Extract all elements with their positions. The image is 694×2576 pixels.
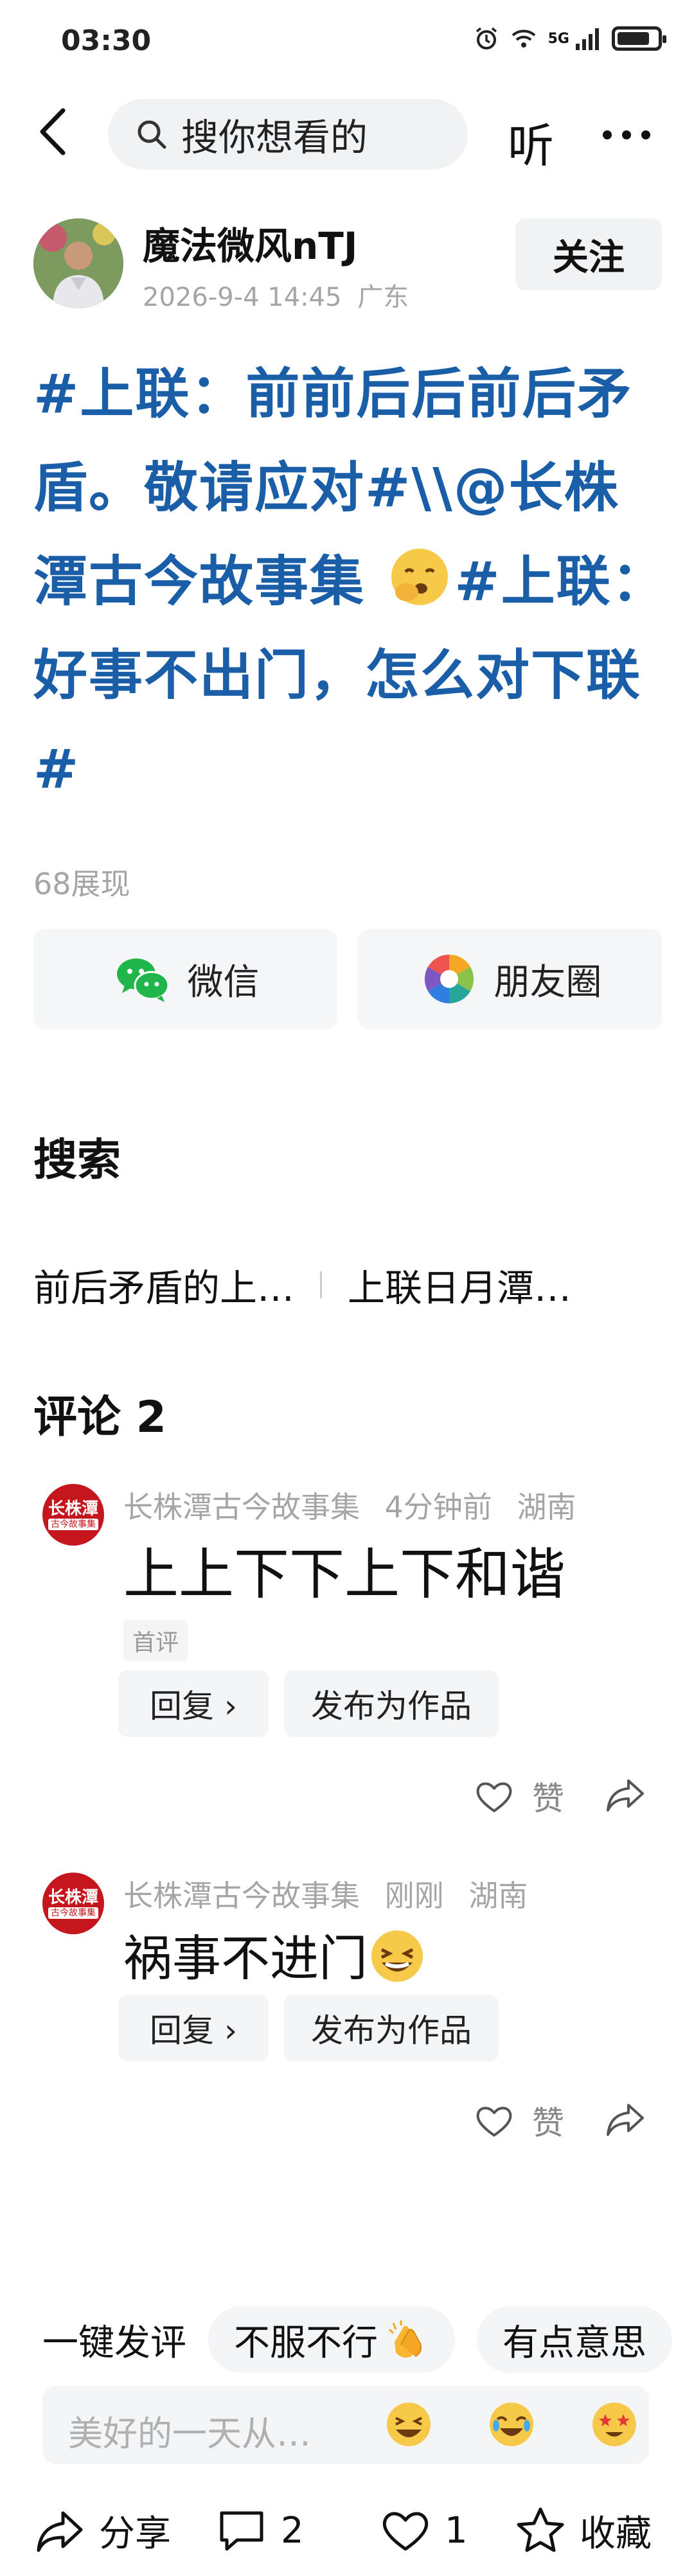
share-arrow-icon — [37, 2511, 83, 2552]
like-button[interactable]: 赞 — [473, 2097, 564, 2144]
commenter-avatar-subtext: 古今故事集 — [48, 1519, 98, 1530]
post-date: 2026-9-4 14:45 — [143, 283, 342, 312]
comment-button[interactable]: 2 — [215, 2504, 304, 2557]
quick-reply-chip-text: 不服不行 — [234, 2322, 378, 2364]
comment-meta: 长株潭古今故事集 4分钟前 湖南 — [123, 1484, 592, 1526]
divider — [320, 1271, 323, 1298]
back-arrow-icon[interactable] — [26, 103, 84, 161]
clapping-hands-emoji — [388, 2320, 422, 2358]
like-post-button[interactable]: 1 — [379, 2504, 468, 2557]
author-name[interactable]: 魔法微风nTJ — [143, 216, 357, 270]
favorite-label: 收藏 — [580, 2512, 652, 2555]
search-suggestions: 前后矛盾的上… 上联日月潭… — [33, 1258, 571, 1312]
wifi-icon — [512, 30, 535, 48]
commenter-name[interactable]: 长株潭古今故事集 — [123, 1490, 360, 1524]
status-icons: 5G — [474, 26, 666, 51]
share-wechat-label: 微信 — [187, 961, 260, 1003]
quick-reply-chip-text: 有点意思 — [503, 2322, 646, 2364]
share-row: 微信 朋友圈 — [33, 929, 662, 1029]
comment-time: 4分钟前 — [384, 1490, 492, 1524]
post-meta: 2026-9-4 14:45 广东 — [143, 276, 409, 313]
like-label: 赞 — [532, 1780, 564, 1817]
commenter-avatar-text: 长株潭 — [48, 1888, 98, 1907]
comment-share-button[interactable] — [604, 1773, 646, 1818]
comment-count: 2 — [281, 2509, 304, 2552]
reply-button[interactable]: 回复 › — [118, 1995, 269, 2061]
search-placeholder: 搜你想看的 — [181, 116, 368, 159]
comment-text[interactable]: 祸事不进门 — [123, 1930, 368, 1987]
commenter-avatar[interactable]: 长株潭 古今故事集 — [42, 1873, 104, 1934]
publish-as-work-button[interactable]: 发布为作品 — [284, 1995, 499, 2061]
star-struck-face-emoji[interactable] — [589, 2399, 640, 2450]
heart-icon — [476, 2106, 512, 2137]
battery-icon — [612, 26, 666, 51]
quick-reply-row: 一键发评 不服不行 有点意思 — [42, 2306, 672, 2373]
follow-button[interactable]: 关注 — [515, 218, 662, 290]
share-label: 分享 — [99, 2512, 171, 2555]
grinning-squinting-face-emoji[interactable] — [383, 2399, 434, 2450]
search-suggestion-2[interactable]: 上联日月潭… — [348, 1258, 571, 1312]
share-moments-label: 朋友圈 — [494, 961, 602, 1003]
comment-time: 刚刚 — [384, 1878, 444, 1913]
view-count: 68展现 — [33, 867, 130, 901]
comment-input[interactable]: 美好的一天从… — [42, 2386, 649, 2464]
publish-as-work-button[interactable]: 发布为作品 — [284, 1670, 499, 1737]
search-suggestion-1[interactable]: 前后矛盾的上… — [33, 1258, 294, 1312]
commenter-avatar-subtext: 古今故事集 — [48, 1907, 98, 1919]
comment-bubble-icon — [220, 2511, 263, 2551]
post-location: 广东 — [357, 283, 409, 312]
rolling-laughing-face-emoji[interactable] — [486, 2399, 537, 2450]
comment-meta: 长株潭古今故事集 刚刚 湖南 — [123, 1873, 543, 1915]
post-content: #上联：前前后后前后矛盾。敬请应对#\\@长株潭古今故事集 #上联：好事不出门，… — [33, 347, 670, 816]
comment-share-button[interactable] — [604, 2097, 646, 2142]
share-wechat-button[interactable]: 微信 — [33, 929, 337, 1029]
author-header: 魔法微风nTJ 2026-9-4 14:45 广东 关注 — [0, 212, 694, 321]
share-arrow-icon — [607, 1779, 644, 1812]
heart-icon — [476, 1782, 512, 1812]
reply-button[interactable]: 回复 › — [118, 1670, 269, 1737]
moments-icon — [424, 954, 474, 1004]
quick-reply-chip[interactable]: 有点意思 — [477, 2306, 672, 2373]
like-count: 1 — [445, 2509, 468, 2552]
search-input[interactable]: 搜你想看的 — [108, 99, 468, 170]
listen-button[interactable]: 听 — [508, 108, 554, 175]
status-bar: 03:30 5G — [0, 0, 694, 84]
like-button[interactable]: 赞 — [473, 1773, 564, 1819]
comment-text-wrap: 祸事不进门 — [123, 1919, 427, 1989]
comment-location: 湖南 — [517, 1490, 576, 1524]
heart-icon — [382, 2512, 429, 2551]
wechat-icon — [116, 958, 169, 1002]
more-icon[interactable] — [598, 109, 655, 161]
comment-text[interactable]: 上上下下上下和谐 — [123, 1529, 565, 1609]
commenter-name[interactable]: 长株潭古今故事集 — [123, 1878, 360, 1913]
search-icon — [138, 120, 166, 149]
comments-section-title: 评论 2 — [33, 1392, 166, 1443]
comment-input-placeholder: 美好的一天从… — [68, 2413, 311, 2454]
alarm-icon — [476, 27, 497, 49]
commenter-avatar-text: 长株潭 — [48, 1499, 98, 1519]
signal-icon — [576, 28, 599, 50]
quick-reply-chip[interactable]: 不服不行 — [208, 2306, 455, 2373]
grinning-squinting-face-emoji — [371, 1930, 423, 1982]
star-icon — [517, 2507, 564, 2552]
commenter-avatar[interactable]: 长株潭 古今故事集 — [42, 1484, 104, 1546]
quick-reply-label: 一键发评 — [42, 2322, 186, 2364]
search-section-title: 搜索 — [33, 1135, 121, 1186]
first-comment-tag: 首评 — [123, 1620, 188, 1661]
share-arrow-icon — [607, 2104, 644, 2136]
bottom-action-bar: 分享 2 1 收藏 — [0, 2486, 694, 2576]
comment-location: 湖南 — [468, 1878, 528, 1913]
share-moments-button[interactable]: 朋友圈 — [358, 929, 662, 1029]
yawning-face-emoji — [391, 549, 449, 605]
status-time: 03:30 — [61, 24, 152, 57]
favorite-button[interactable]: 收藏 — [514, 2504, 652, 2557]
avatar[interactable] — [33, 218, 123, 308]
like-label: 赞 — [532, 2104, 564, 2142]
share-button[interactable]: 分享 — [33, 2504, 171, 2557]
top-nav: 搜你想看的 听 — [0, 84, 694, 183]
network-type: 5G — [547, 30, 569, 47]
